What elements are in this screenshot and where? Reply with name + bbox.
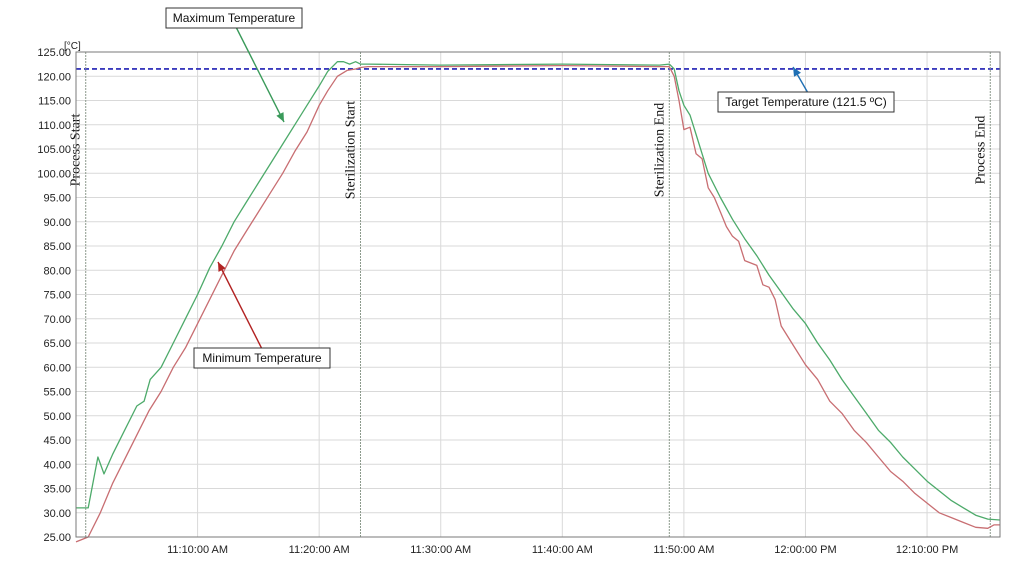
- callout-label: Maximum Temperature: [173, 11, 296, 25]
- temperature-chart: Process Start Sterilization Start Steriliz…: [37, 7, 1001, 556]
- max-temperature-callout: Maximum Temperature: [165, 7, 303, 29]
- y-tick-label: 70.00: [43, 314, 71, 326]
- y-axis: 25.00 30.00 35.00 40.00 45.00 50.00 55.00 60.00…: [37, 47, 71, 544]
- y-tick-label: 45.00: [43, 435, 71, 447]
- callout-label: Target Temperature (121.5 ºC): [725, 95, 887, 109]
- x-axis: 11:10:00 AM 11:20:00 AM 11:30:00 AM 11:40:0…: [167, 544, 958, 556]
- min-temperature-callout: Minimum Temperature: [193, 347, 331, 369]
- y-tick-label: 60.00: [43, 362, 71, 374]
- y-tick-label: 75.00: [43, 290, 71, 302]
- x-tick-label: 11:40:00 AM: [532, 544, 593, 556]
- grid: [76, 51, 1000, 538]
- callout-label: Minimum Temperature: [202, 351, 321, 365]
- y-tick-label: 65.00: [43, 338, 71, 350]
- min-temperature-arrow: [217, 261, 263, 350]
- y-tick-label: 95.00: [43, 193, 71, 205]
- arrow-shaft: [235, 26, 285, 123]
- x-tick-label: 11:30:00 AM: [410, 544, 471, 556]
- callouts: Maximum Temperature Minimum Temperature Ta…: [165, 7, 895, 369]
- event-label: Sterilization End: [652, 103, 667, 197]
- y-tick-label: 35.00: [43, 484, 71, 496]
- y-tick-label: 40.00: [43, 459, 71, 471]
- y-tick-label: 110.00: [38, 120, 71, 132]
- min-temperature-line: [75, 64, 1000, 543]
- event-label: Process End: [973, 116, 988, 185]
- arrow-shaft: [217, 261, 263, 350]
- x-tick-label: 11:20:00 AM: [289, 544, 350, 556]
- x-tick-label: 12:00:00 PM: [774, 544, 836, 556]
- x-tick-label: 11:50:00 AM: [653, 544, 714, 556]
- series-lines: [75, 61, 1001, 543]
- event-label: Sterilization Start: [343, 101, 358, 199]
- y-tick-label: 85.00: [43, 241, 71, 253]
- y-tick-label: 115.00: [38, 96, 71, 108]
- y-tick-label: 105.00: [37, 144, 71, 156]
- target-temperature-callout: Target Temperature (121.5 ºC): [717, 91, 895, 113]
- y-tick-label: 100.00: [37, 168, 71, 180]
- x-tick-label: 12:10:00 PM: [896, 544, 958, 556]
- max-temperature-arrow: [235, 26, 285, 123]
- y-tick-label: 50.00: [43, 411, 71, 423]
- y-tick-label: 30.00: [43, 508, 71, 520]
- y-axis-unit: [°C]: [64, 41, 81, 52]
- x-tick-label: 11:10:00 AM: [167, 544, 228, 556]
- y-tick-label: 90.00: [43, 217, 71, 229]
- y-tick-label: 25.00: [43, 532, 71, 544]
- y-tick-label: 80.00: [43, 265, 71, 277]
- y-tick-label: 120.00: [37, 71, 71, 83]
- y-tick-label: 55.00: [43, 387, 71, 399]
